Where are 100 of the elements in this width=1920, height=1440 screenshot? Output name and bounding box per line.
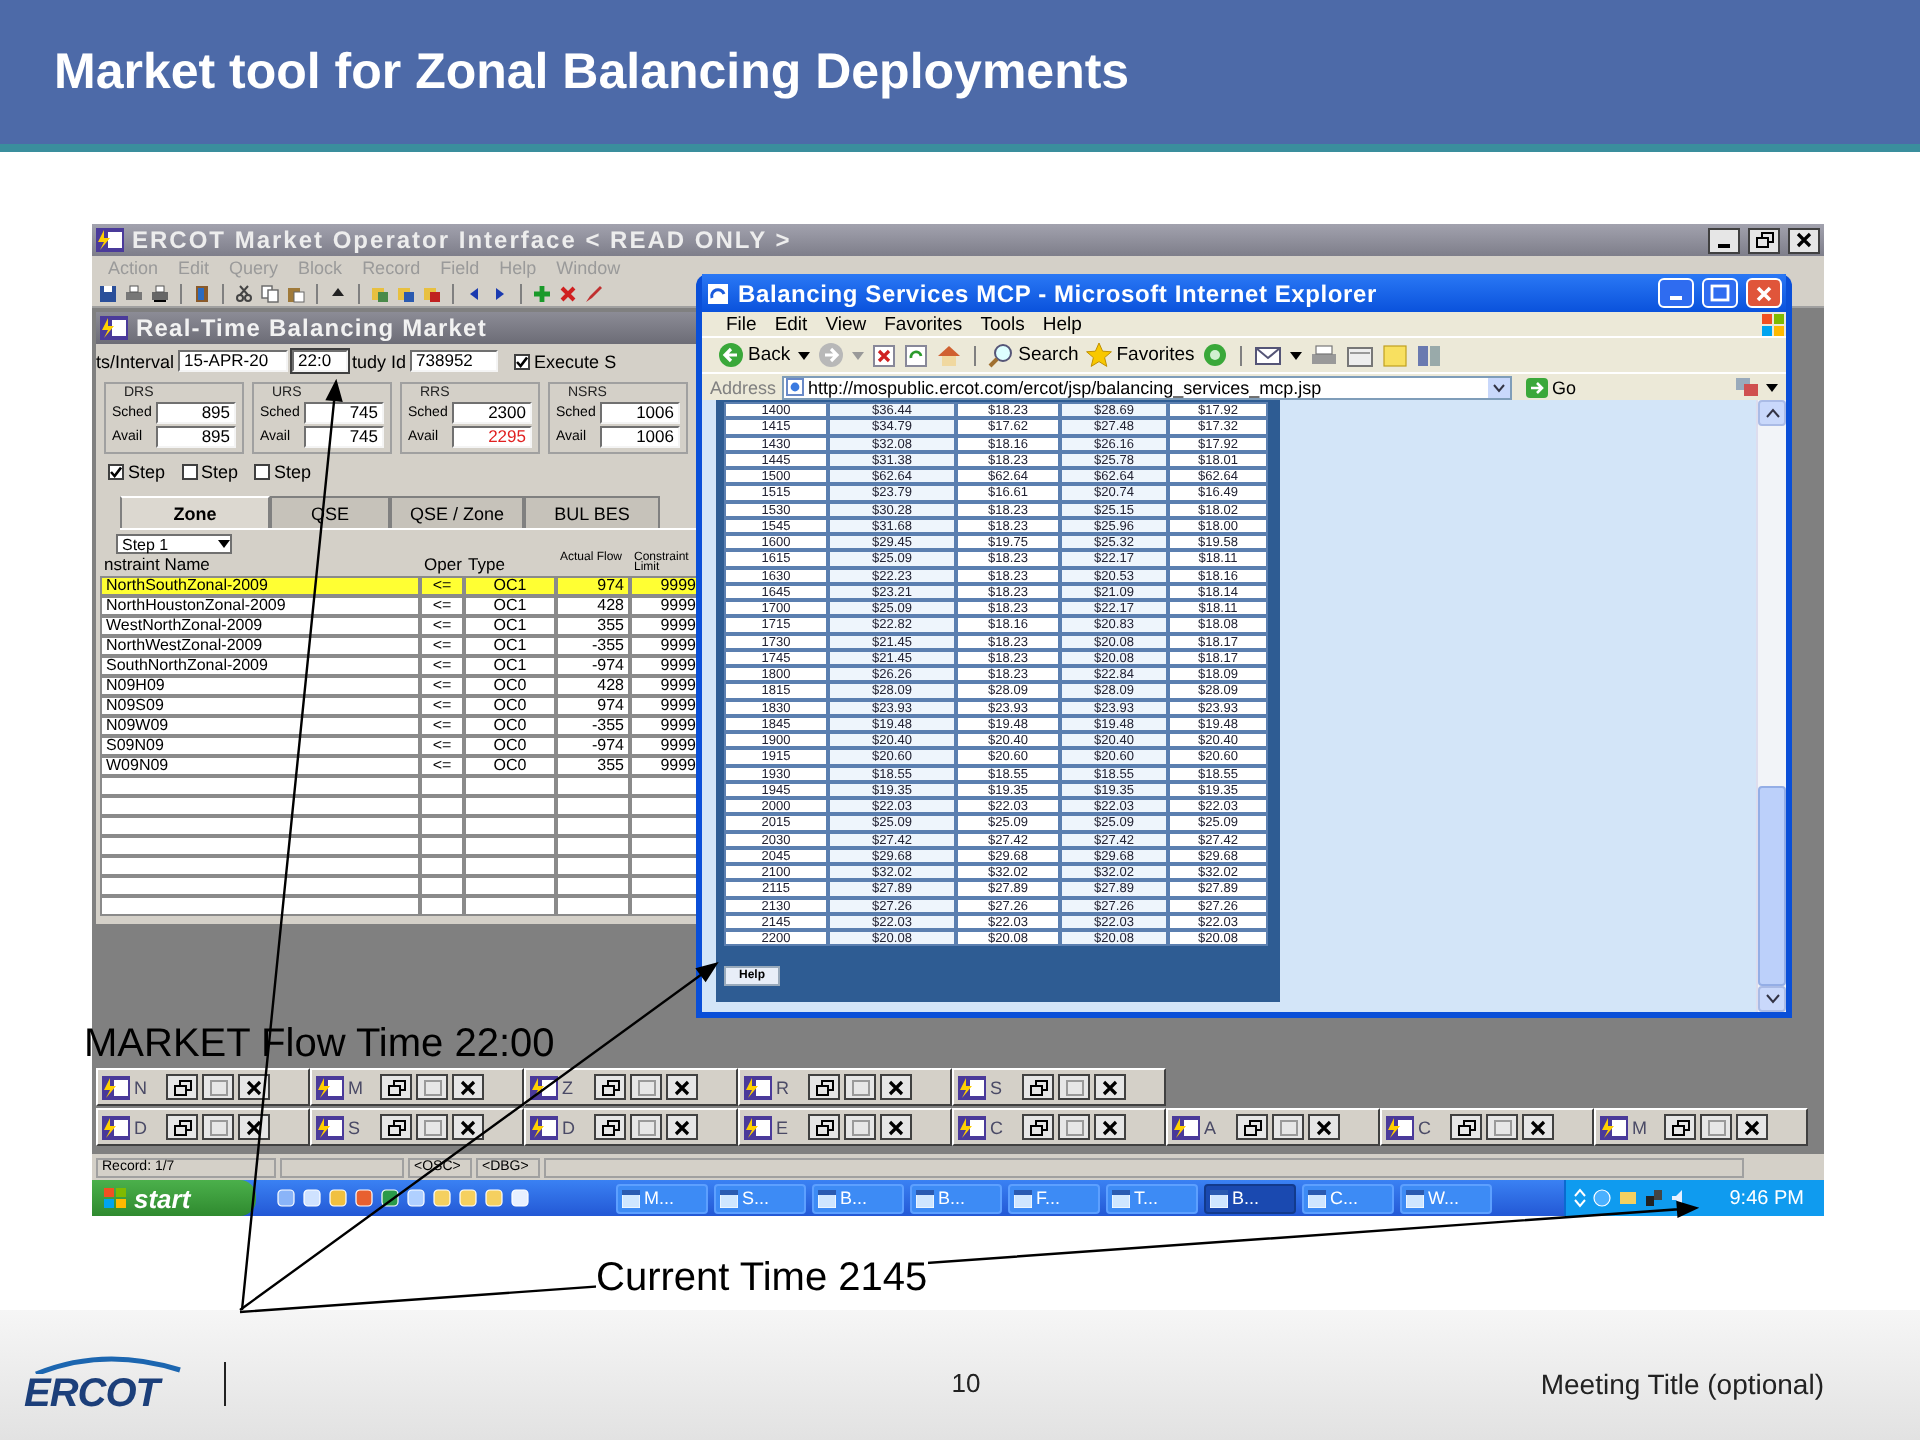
avail-field[interactable]: 895 <box>156 426 236 448</box>
close-button[interactable] <box>1522 1114 1554 1140</box>
restore-button[interactable] <box>1022 1114 1054 1140</box>
book-icon[interactable] <box>1416 343 1443 367</box>
app-icon[interactable] <box>316 1115 344 1139</box>
refresh-icon[interactable] <box>904 343 929 367</box>
search-button[interactable]: Search <box>988 339 1079 371</box>
app-icon[interactable] <box>1600 1115 1628 1139</box>
close-button[interactable] <box>1736 1114 1768 1140</box>
scroll-down-button[interactable] <box>1758 986 1786 1012</box>
maximize-button[interactable] <box>1700 1114 1732 1140</box>
menu-item[interactable]: Edit <box>774 313 808 335</box>
window-icon[interactable] <box>302 1188 322 1208</box>
copy-icon[interactable] <box>260 283 280 303</box>
printer-icon[interactable] <box>150 283 170 303</box>
checkbox[interactable] <box>254 463 271 479</box>
restore-button[interactable] <box>380 1114 412 1140</box>
avail-field[interactable]: 745 <box>304 426 384 448</box>
app-icon[interactable] <box>1172 1115 1200 1139</box>
menu-item[interactable]: View <box>825 313 867 335</box>
restore-button[interactable] <box>1236 1114 1268 1140</box>
app-icon[interactable] <box>102 1075 130 1099</box>
close-button[interactable] <box>238 1074 270 1100</box>
restore-button[interactable] <box>166 1114 198 1140</box>
close-button[interactable] <box>452 1114 484 1140</box>
app-icon[interactable] <box>744 1075 772 1099</box>
sched-field[interactable]: 745 <box>304 402 384 424</box>
close-button[interactable] <box>666 1074 698 1100</box>
menu-item[interactable]: Tools <box>980 313 1025 335</box>
door-icon[interactable] <box>192 283 212 303</box>
sched-field[interactable]: 895 <box>156 402 236 424</box>
restore-button[interactable] <box>1748 227 1780 253</box>
restore-button[interactable] <box>1450 1114 1482 1140</box>
maximize-button[interactable] <box>416 1114 448 1140</box>
checkbox[interactable] <box>108 463 124 479</box>
restore-button[interactable] <box>166 1074 198 1100</box>
mail-icon[interactable] <box>1254 343 1283 367</box>
close-button[interactable] <box>1094 1074 1126 1100</box>
maximize-button[interactable] <box>630 1074 662 1100</box>
maximize-button[interactable] <box>1058 1114 1090 1140</box>
checkbox[interactable] <box>181 463 198 479</box>
checkbox[interactable] <box>514 353 531 369</box>
tab[interactable]: QSE / Zone <box>390 496 524 528</box>
maximize-button[interactable] <box>202 1074 234 1100</box>
app-icon[interactable] <box>958 1075 986 1099</box>
close-button[interactable] <box>238 1114 270 1140</box>
paste-icon[interactable] <box>286 283 306 303</box>
restore-button[interactable] <box>594 1114 626 1140</box>
stop-icon[interactable] <box>872 343 897 367</box>
restore-button[interactable] <box>1664 1114 1696 1140</box>
scroll-up-button[interactable] <box>1758 400 1786 426</box>
menu-item[interactable]: Favorites <box>884 313 963 335</box>
maximize-button[interactable] <box>1058 1074 1090 1100</box>
close-button[interactable] <box>1094 1114 1126 1140</box>
minimize-button[interactable] <box>1708 227 1740 253</box>
restore-button[interactable] <box>808 1114 840 1140</box>
close-button[interactable] <box>1308 1114 1340 1140</box>
app-icon[interactable] <box>1386 1115 1414 1139</box>
back-button[interactable]: Back <box>718 339 791 371</box>
restore-button[interactable] <box>1022 1074 1054 1100</box>
maximize-button[interactable] <box>1272 1114 1304 1140</box>
document-icon[interactable] <box>510 1188 530 1208</box>
dropdown-icon[interactable] <box>1488 377 1511 397</box>
menu-item[interactable]: File <box>726 313 757 335</box>
app-icon[interactable] <box>530 1115 558 1139</box>
app-icon[interactable] <box>316 1075 344 1099</box>
app-icon[interactable] <box>102 1115 130 1139</box>
maximize-button[interactable] <box>844 1114 876 1140</box>
app-icon[interactable] <box>958 1115 986 1139</box>
avail-field[interactable]: 2295 <box>452 426 532 448</box>
start-button[interactable]: start <box>92 1180 256 1216</box>
restore-button[interactable] <box>808 1074 840 1100</box>
menu-item[interactable]: Help <box>1042 313 1082 335</box>
close-button[interactable] <box>666 1114 698 1140</box>
maximize-button[interactable] <box>416 1074 448 1100</box>
maximize-button[interactable] <box>844 1074 876 1100</box>
restore-button[interactable] <box>594 1074 626 1100</box>
avail-field[interactable]: 1006 <box>600 426 680 448</box>
links-icon[interactable] <box>1734 376 1760 398</box>
maximize-button[interactable] <box>630 1114 662 1140</box>
date-field[interactable]: 15-APR-20 <box>178 350 289 372</box>
maximize-button[interactable] <box>202 1114 234 1140</box>
sched-field[interactable]: 1006 <box>600 402 680 424</box>
network-icon[interactable] <box>1644 1188 1664 1208</box>
edit-icon[interactable] <box>1346 343 1375 367</box>
chevron-icon[interactable] <box>1574 1188 1586 1208</box>
scrollbar-thumb[interactable] <box>1758 786 1786 986</box>
taskbar-button[interactable]: B... <box>1204 1183 1296 1213</box>
go-button[interactable]: Go <box>1526 377 1577 397</box>
close-button[interactable] <box>880 1074 912 1100</box>
close-icon[interactable] <box>558 283 578 303</box>
app-icon[interactable] <box>744 1115 772 1139</box>
time-field[interactable]: 22:0 <box>292 350 349 372</box>
home-icon[interactable] <box>936 343 963 367</box>
restore-button[interactable] <box>380 1074 412 1100</box>
address-field[interactable]: http://mospublic.ercot.com/ercot/jsp/balancing_services_mcp.jsp <box>782 375 1513 399</box>
media-icon[interactable] <box>354 1188 374 1208</box>
tab[interactable]: BUL BES <box>524 496 660 528</box>
study-id-field[interactable]: 738952 <box>410 350 499 372</box>
tab[interactable]: Zone <box>120 496 270 528</box>
